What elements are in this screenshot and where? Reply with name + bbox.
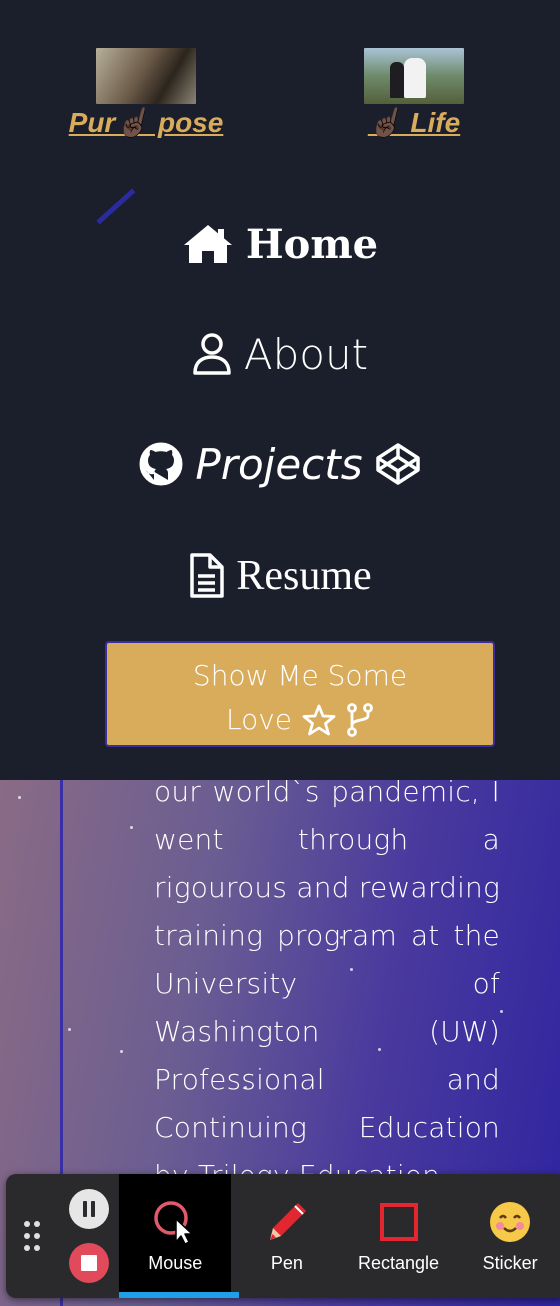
about-paragraph: our world`s pandemic, I went through a r…: [154, 780, 500, 1192]
pause-icon: [82, 1201, 95, 1217]
tool-sticker[interactable]: Sticker: [454, 1174, 560, 1298]
star-icon: [302, 704, 336, 736]
life-link[interactable]: ☝🏿 Life: [324, 48, 504, 139]
code-fork-icon: [347, 703, 373, 737]
pen-icon: [264, 1199, 310, 1245]
purpose-thumbnail: [96, 48, 196, 104]
tool-label: Pen: [270, 1252, 303, 1273]
home-icon: [183, 225, 232, 263]
nav-item-label: Home: [245, 220, 379, 268]
rectangle-icon: [376, 1199, 422, 1245]
nav-item-about[interactable]: About: [0, 326, 560, 382]
nav-item-projects[interactable]: Projects: [0, 436, 560, 492]
star-decoration: [130, 826, 133, 829]
show-love-button[interactable]: Show Me Some Love: [105, 641, 495, 747]
life-label: ☝🏿 Life: [367, 107, 461, 138]
nav-item-home[interactable]: Home: [0, 216, 560, 272]
tool-pen[interactable]: Pen: [231, 1174, 343, 1298]
purpose-label: Pur☝🏿 pose: [68, 107, 224, 138]
recording-controls: [58, 1174, 119, 1298]
codepen-icon: [375, 443, 420, 485]
star-decoration: [68, 1028, 71, 1031]
github-icon: [139, 442, 183, 486]
recording-toolbar: Mouse Pen Rectangle Sticker: [6, 1174, 560, 1298]
sticker-icon: [487, 1199, 533, 1245]
love-button-line1: Show Me Some: [192, 659, 408, 692]
tool-label: Sticker: [482, 1252, 538, 1273]
pause-button[interactable]: [68, 1189, 109, 1229]
nav-item-label: About: [243, 329, 369, 379]
purpose-link[interactable]: Pur☝🏿 pose: [56, 48, 236, 139]
nav-item-label: Projects: [195, 439, 363, 489]
love-button-label: Love: [225, 703, 293, 736]
star-decoration: [18, 796, 21, 799]
tool-label: Rectangle: [358, 1252, 440, 1273]
drag-handle[interactable]: [6, 1174, 58, 1298]
nav-item-label: Resume: [236, 553, 372, 599]
tool-mouse[interactable]: Mouse: [119, 1174, 240, 1298]
star-decoration: [120, 1050, 123, 1053]
mouse-cursor-icon: [152, 1199, 198, 1245]
nav-item-resume[interactable]: Resume: [0, 548, 560, 604]
file-icon: [190, 553, 225, 598]
tool-label: Mouse: [148, 1252, 203, 1273]
stop-icon: [80, 1255, 97, 1271]
drag-grip-icon: [24, 1221, 41, 1251]
nav-menu: Pur☝🏿 pose ☝🏿 Life Home About Projects R…: [0, 0, 560, 780]
life-thumbnail: [364, 48, 464, 104]
star-decoration: [500, 1010, 503, 1013]
tool-rectangle[interactable]: Rectangle: [343, 1174, 455, 1298]
user-icon: [193, 333, 231, 375]
love-button-line2: Love: [107, 698, 493, 742]
stop-button[interactable]: [68, 1243, 109, 1283]
